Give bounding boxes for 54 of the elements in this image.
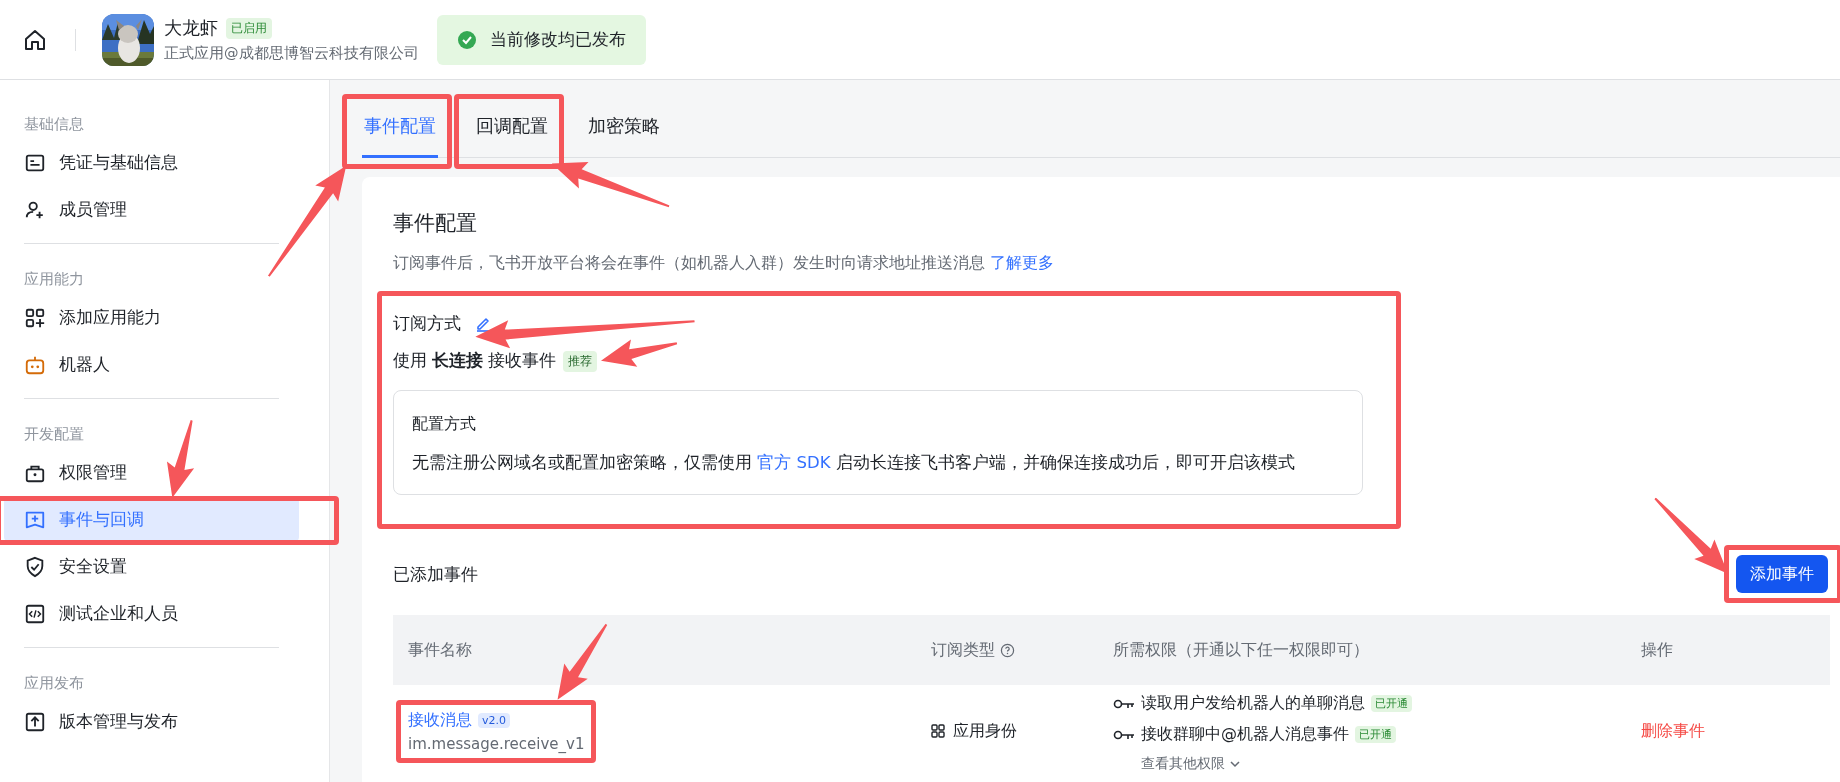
panel-title: 配置方式: [412, 413, 477, 435]
sidebar-item[interactable]: 安全设置: [4, 543, 299, 590]
panel-description: 无需注册公网域名或配置加密策略，仅需使用 官方 SDK 启动长连接飞书客户端，并确保连接成功后，即可开启该模式: [412, 452, 1296, 474]
status-badge: 已启用: [226, 17, 272, 39]
tab[interactable]: 事件配置: [362, 100, 438, 158]
sidebar-item[interactable]: 权限管理: [4, 449, 299, 496]
event-name-link[interactable]: 接收消息: [408, 709, 472, 731]
key-icon: [1113, 728, 1135, 741]
grid-icon: [931, 724, 945, 738]
subscription-label: 订阅方式: [393, 311, 461, 335]
permission-name: 接收群聊中@机器人消息事件: [1141, 724, 1349, 745]
delete-event-link[interactable]: 删除事件: [1641, 720, 1705, 740]
tab[interactable]: 回调配置: [474, 100, 550, 158]
tab[interactable]: 加密策略: [586, 100, 662, 158]
permission-status: 已开通: [1371, 695, 1412, 712]
notice-text: 当前修改均已发布: [489, 28, 626, 51]
sdk-link[interactable]: 官方 SDK: [757, 453, 831, 472]
learn-more-link[interactable]: 了解更多: [990, 253, 1055, 272]
column-header: 操作: [1641, 639, 1673, 661]
version-badge: v2.0: [478, 712, 510, 728]
section-description: 订阅事件后，飞书开放平台将会在事件（如机器人入群）发生时向请求地址推送消息 了解更多: [393, 252, 1056, 274]
add-event-button[interactable]: 添加事件: [1736, 555, 1828, 593]
sidebar-item[interactable]: 版本管理与发布: [4, 698, 299, 745]
column-header: 订阅类型: [931, 639, 995, 661]
sidebar-item[interactable]: 机器人: [4, 341, 299, 388]
subscription-type: 应用身份: [953, 720, 1017, 742]
recommended-badge: 推荐: [562, 350, 597, 372]
column-header: 事件名称: [408, 639, 472, 661]
section-title: 已添加事件: [393, 562, 478, 586]
chevron-down-icon: [1229, 758, 1241, 770]
subscription-mode: 使用 长连接 接收事件: [393, 350, 557, 372]
section-title: 事件配置: [393, 210, 478, 237]
permission-status: 已开通: [1355, 726, 1396, 743]
grid-plus-icon: [24, 306, 46, 329]
sidebar-item[interactable]: 添加应用能力: [4, 294, 299, 341]
group-label: 开发配置: [23, 424, 85, 445]
sidebar-item[interactable]: 测试企业和人员: [4, 590, 299, 637]
sidebar-item[interactable]: 成员管理: [4, 186, 299, 233]
key-icon: [1113, 697, 1135, 710]
column-header: 所需权限（开通以下任一权限即可）: [1113, 639, 1369, 661]
permission-name: 读取用户发给机器人的单聊消息: [1141, 693, 1365, 714]
group-label: 应用发布: [23, 673, 85, 694]
check-icon: [456, 29, 477, 50]
event-key: im.message.receive_v1: [408, 734, 585, 753]
home-icon: [23, 27, 47, 52]
group-label: 基础信息: [23, 114, 85, 135]
upload-icon: [24, 710, 46, 733]
more-permissions-link[interactable]: 查看其他权限: [1113, 755, 1641, 773]
code-icon: [24, 602, 46, 625]
app-subtitle: 正式应用@成都思博智云科技有限公司: [164, 44, 419, 63]
shield-check-icon: [24, 555, 46, 578]
group-label: 应用能力: [23, 269, 85, 290]
sidebar-item[interactable]: 凭证与基础信息: [4, 139, 299, 186]
app-name: 大龙虾: [164, 16, 218, 40]
